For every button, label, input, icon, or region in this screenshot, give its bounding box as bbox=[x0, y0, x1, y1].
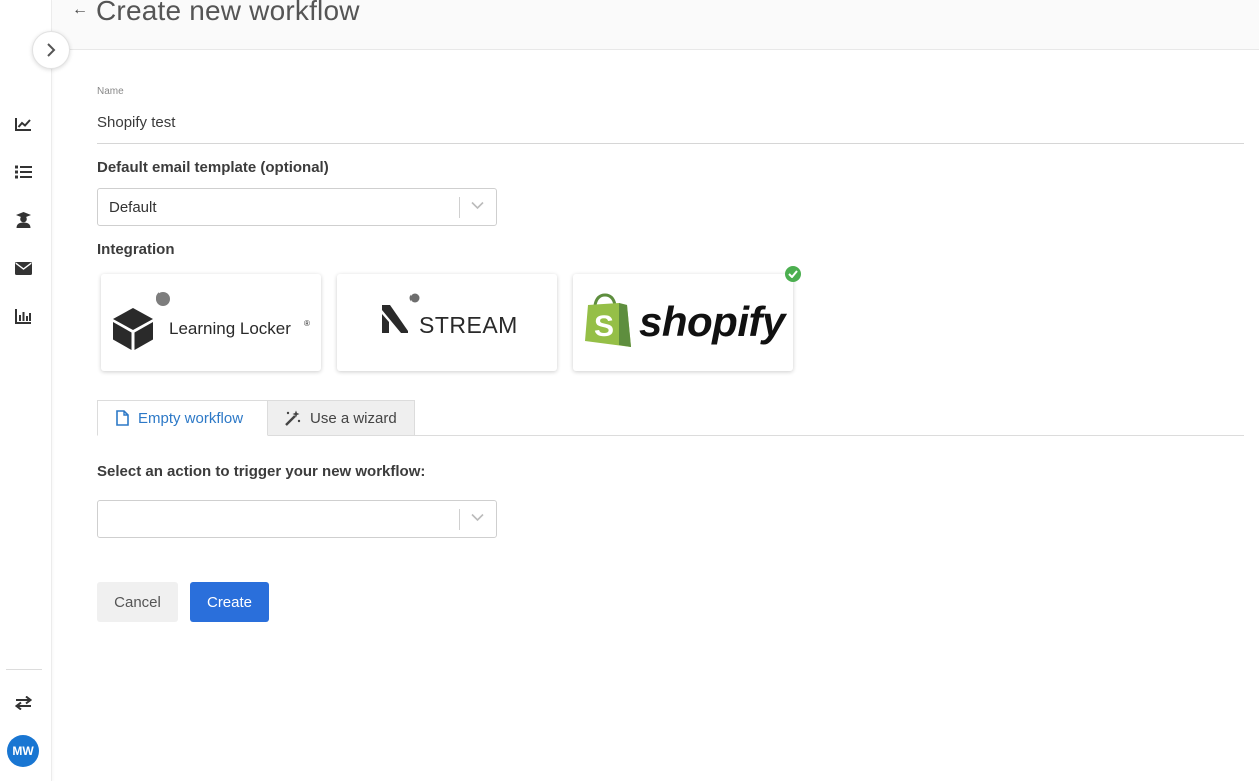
create-button[interactable]: Create bbox=[190, 582, 269, 622]
page-title: Create new workflow bbox=[96, 0, 360, 26]
page-header: ← Create new workflow bbox=[53, 0, 1259, 50]
sidebar-divider bbox=[6, 669, 42, 670]
swap-arrows-icon[interactable] bbox=[13, 693, 33, 713]
integration-name-learning-locker: Learning Locker bbox=[169, 319, 291, 338]
chevron-right-icon bbox=[47, 43, 56, 57]
sidebar-toggle-button[interactable] bbox=[32, 31, 70, 69]
avatar[interactable]: MW bbox=[7, 735, 39, 767]
envelope-icon[interactable] bbox=[13, 258, 33, 278]
shopify-bag-icon: S bbox=[585, 293, 631, 347]
user-graduate-icon[interactable] bbox=[13, 210, 33, 230]
file-icon bbox=[116, 410, 129, 426]
tab-empty-workflow-label: Empty workflow bbox=[138, 409, 244, 427]
select-separator bbox=[459, 509, 460, 530]
tab-empty-workflow[interactable]: Empty workflow bbox=[97, 400, 268, 436]
integration-name-stream: STREAM bbox=[419, 312, 518, 338]
selected-check-icon bbox=[785, 266, 801, 282]
magic-wand-icon bbox=[285, 410, 301, 426]
integration-card-learning-locker[interactable]: Learning Locker ® bbox=[101, 274, 321, 371]
cancel-button[interactable]: Cancel bbox=[97, 582, 178, 622]
trigger-label: Select an action to trigger your new wor… bbox=[97, 463, 426, 480]
stream-dot-icon bbox=[410, 293, 420, 303]
integration-name-shopify: shopify bbox=[639, 298, 785, 345]
name-input[interactable] bbox=[97, 110, 1244, 144]
integration-label: Integration bbox=[97, 241, 175, 258]
select-separator bbox=[459, 197, 460, 218]
list-icon[interactable] bbox=[13, 162, 33, 182]
learning-locker-logo-icon bbox=[113, 292, 159, 350]
tab-use-a-wizard-label: Use a wizard bbox=[310, 409, 397, 427]
trend-chart-icon[interactable] bbox=[13, 114, 33, 134]
bar-chart-icon[interactable] bbox=[13, 306, 33, 326]
integration-card-shopify[interactable]: S shopify bbox=[573, 274, 793, 371]
tab-use-a-wizard[interactable]: Use a wizard bbox=[268, 400, 415, 436]
sidebar: MW bbox=[0, 0, 52, 781]
svg-text:S: S bbox=[594, 310, 614, 343]
registered-mark: ® bbox=[304, 319, 310, 328]
email-template-label: Default email template (optional) bbox=[97, 159, 329, 176]
workflow-type-tabs: Empty workflow Use a wizard bbox=[97, 400, 1244, 436]
chevron-down-icon bbox=[471, 513, 484, 522]
back-arrow-icon[interactable]: ← bbox=[72, 1, 88, 19]
integration-card-stream[interactable]: STREAM bbox=[337, 274, 557, 371]
stream-logo-icon bbox=[382, 294, 411, 333]
chevron-down-icon bbox=[471, 201, 484, 210]
trigger-select[interactable] bbox=[97, 500, 497, 538]
email-template-select[interactable]: Default bbox=[97, 188, 497, 226]
email-template-value: Default bbox=[109, 199, 157, 216]
learning-locker-dot-icon bbox=[156, 292, 170, 306]
name-label: Name bbox=[97, 86, 124, 97]
